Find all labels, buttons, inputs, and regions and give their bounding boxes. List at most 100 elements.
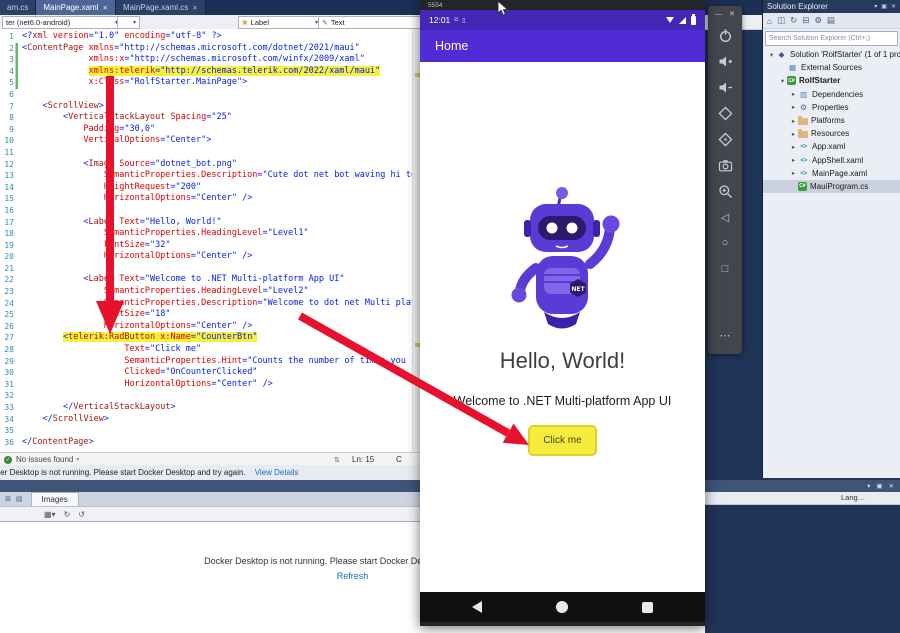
rotate-right-button[interactable] [708,126,742,152]
home-icon[interactable]: ⌂ [767,16,772,26]
line-number: 33 [0,402,18,414]
refresh-link[interactable]: Refresh [337,571,369,581]
line-number: 20 [0,251,18,263]
document-tab-mainpage-xaml[interactable]: MainPage.xaml✕ [36,0,116,15]
tree-item-resources[interactable]: ▸ Resources [763,127,900,140]
close-icon[interactable]: ✕ [192,4,197,12]
nav-home-button[interactable] [556,601,568,613]
overview-button[interactable]: □ [708,256,742,282]
expander-icon[interactable]: ▾ [767,51,776,59]
tree-item-appshell-xaml[interactable]: ▸<>AppShell.xaml [763,154,900,167]
welcome-label: Welcome to .NET Multi-platform App UI [420,394,705,408]
health-check-icon[interactable]: ✓ [4,456,12,464]
button-row: Click me [420,425,705,456]
pin-icon[interactable]: ▣ [876,482,882,490]
expander-icon[interactable]: ▸ [789,143,798,151]
document-tab-am-cs[interactable]: am.cs [0,0,36,15]
tree-item-label: Properties [812,103,848,112]
line-number: 21 [0,263,18,275]
tree-item-label: Solution 'RolfStarter' (1 of 1 project) [790,50,900,59]
health-text: No issues found [16,455,73,464]
element-dropdown-value: Label [251,18,269,27]
tree-item-properties[interactable]: ▸⚙Properties [763,101,900,114]
pin-icon[interactable]: ▣ [881,3,887,10]
line-number: 34 [0,414,18,426]
tree-item-rolfstarter[interactable]: ▾C#RolfStarter [763,74,900,87]
emulator-toolbar: — ✕ ◁ ○ □ ⋯ [708,6,742,354]
layers-icon[interactable]: ▤ [16,495,23,503]
close-icon[interactable]: ✕ [889,482,894,490]
expander-icon[interactable]: ▸ [789,156,798,164]
expander-icon[interactable]: ▸ [789,90,798,98]
properties-icon[interactable]: ⚙ [814,15,822,26]
window-menu-icon[interactable]: ▾ [874,3,877,10]
tree-item-label: MauiProgram.cs [810,182,868,191]
back-button[interactable]: ◁ [708,204,742,230]
minimize-icon[interactable]: — [715,11,722,18]
view-dropdown-icon[interactable]: ▦▾ [44,510,56,519]
scroll-arrows-icon[interactable]: ⇅ [334,456,340,464]
show-all-files-icon[interactable]: ◫ [777,15,785,26]
home-button[interactable]: ○ [708,230,742,256]
screenshot-button[interactable] [708,152,742,178]
nav-back-button[interactable] [472,601,482,613]
close-icon[interactable]: ✕ [102,4,107,12]
debug-target-dropdown[interactable]: ter (net6.0-android) ▾ [2,16,122,29]
tab-images[interactable]: Images [31,492,79,506]
volume-down-button[interactable] [708,74,742,100]
svg-text:NET: NET [571,286,585,293]
solution-explorer-toolbar: ⌂ ◫ ↻ ⊟ ⚙ ▤ [763,13,900,29]
line-number: 10 [0,135,18,147]
line-number: 26 [0,321,18,333]
scrollbar-annotation-mark [415,73,420,77]
dotnet-bot-image: NET [500,184,626,336]
preview-icon[interactable]: ▤ [827,15,835,26]
line-number: 18 [0,228,18,240]
refresh-icon[interactable]: ↻ [790,15,797,26]
solution-explorer-header[interactable]: Solution Explorer ▾ ▣ ✕ [763,0,900,13]
solution-search-box[interactable]: Search Solution Explorer (Ctrl+;) [765,31,898,46]
tree-item-app-xaml[interactable]: ▸<>App.xaml [763,140,900,153]
element-dropdown[interactable]: ▣ Label ▾ [238,16,322,29]
search-icon[interactable]: ⊞ [5,495,11,503]
expander-icon[interactable]: ▸ [789,103,798,111]
hello-world-label: Hello, World! [420,348,705,374]
overview-icon: □ [722,263,729,275]
counter-button[interactable]: Click me [528,425,596,456]
tree-item-solution-rolfstarter-1-of-1-project[interactable]: ▾◆Solution 'RolfStarter' (1 of 1 project… [763,48,900,61]
chevron-down-icon[interactable]: ▾ [76,457,79,463]
restart-icon[interactable]: ↺ [78,510,85,519]
view-details-link[interactable]: View Details [255,468,299,477]
more-button[interactable]: ⋯ [708,322,742,348]
tree-item-mainpage-xaml[interactable]: ▸<>MainPage.xaml [763,167,900,180]
document-tab-mainpage-xaml-cs[interactable]: MainPage.xaml.cs✕ [116,0,206,15]
back-icon: ◁ [721,211,729,224]
expander-icon[interactable]: ▸ [789,117,798,125]
close-icon[interactable]: ✕ [729,10,735,18]
zoom-button[interactable] [708,178,742,204]
close-icon[interactable]: ✕ [891,3,896,10]
power-button[interactable] [708,22,742,48]
tree-item-mauiprogram-cs[interactable]: C#MauiProgram.cs [763,180,900,193]
secondary-dropdown[interactable]: ▾ [117,16,140,29]
tree-item-dependencies[interactable]: ▸▥Dependencies [763,88,900,101]
collapse-all-icon[interactable]: ⊟ [802,15,809,26]
refresh-icon[interactable]: ↻ [64,510,71,519]
nav-recents-button[interactable] [642,602,653,613]
window-menu-icon[interactable]: ▾ [867,482,870,490]
tree-item-label: Resources [811,129,849,138]
project-icon: C# [787,76,796,85]
tree-item-platforms[interactable]: ▸Platforms [763,114,900,127]
expander-icon[interactable]: ▸ [789,169,798,177]
emulator-title-bar[interactable]: 5554 [420,0,705,10]
language-column-header[interactable]: Language [841,493,868,502]
solution-explorer-panel: Solution Explorer ▾ ▣ ✕ ⌂ ◫ ↻ ⊟ ⚙ ▤ Search So… [762,0,900,478]
line-number: 30 [0,367,18,379]
expander-icon[interactable]: ▸ [789,130,798,138]
volume-up-button[interactable] [708,48,742,74]
expander-icon[interactable]: ▾ [778,77,787,85]
property-search-box[interactable]: ✎ Text [318,16,430,29]
tree-item-external-sources[interactable]: ▦External Sources [763,61,900,74]
rotate-left-button[interactable] [708,100,742,126]
line-number: 36 [0,437,18,449]
